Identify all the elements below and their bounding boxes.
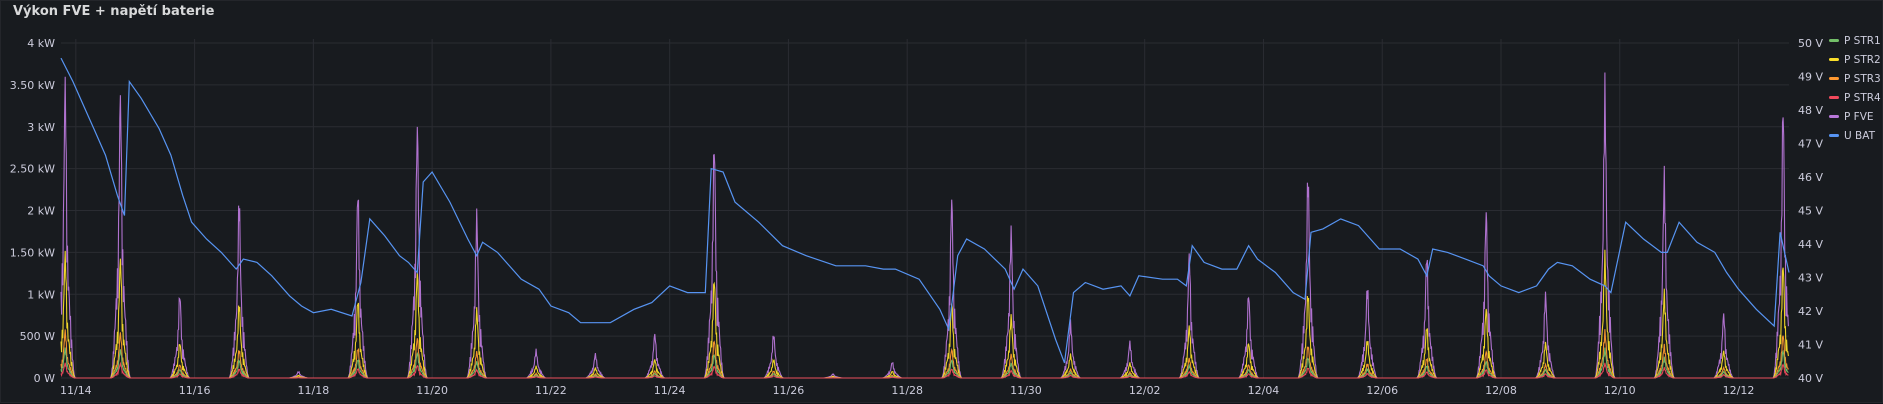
chart-svg[interactable]: 0 W 500 W 1 kW 1.50 kW 2 kW 2.50 kW 3 kW 3.50 k…	[1, 1, 1883, 404]
chart-panel: Výkon FVE + napětí baterie 0 W 500 W1 kW 1…	[0, 0, 1883, 403]
x-tick-label: 11/26	[773, 384, 805, 397]
y-left-tick-label: 500 W	[20, 330, 55, 343]
legend-item[interactable]: P FVE	[1829, 107, 1883, 126]
y-right-tick-label: 45 V	[1798, 205, 1823, 218]
legend-item[interactable]: P STR4	[1829, 88, 1883, 107]
x-tick-label: 12/08	[1485, 384, 1517, 397]
legend-swatch	[1829, 115, 1839, 118]
x-tick-label: 11/30	[1010, 384, 1042, 397]
y-right-tick-label: 49 V	[1798, 71, 1823, 84]
y-left-tick-label: 2.50 kW	[10, 163, 55, 176]
y-left-tick-label: 3.50 kW	[10, 79, 55, 92]
y-right-tick-label: 47 V	[1798, 138, 1823, 151]
x-tick-label: 12/02	[1129, 384, 1161, 397]
legend: P STR1 P STR2 P STR3 P STR4 P FVE U BAT	[1829, 31, 1883, 145]
x-tick-label: 11/28	[891, 384, 923, 397]
legend-label: P STR1	[1844, 34, 1881, 47]
y-right-tick-label: 40 V	[1798, 372, 1823, 385]
legend-label: P FVE	[1844, 110, 1874, 123]
x-tick-label: 12/04	[1248, 384, 1280, 397]
y-right-tick-label: 41 V	[1798, 339, 1823, 352]
y-left-tick-label: 4 kW	[27, 37, 55, 50]
x-tick-label: 12/12	[1723, 384, 1755, 397]
x-tick-label: 11/18	[298, 384, 330, 397]
legend-swatch	[1829, 39, 1839, 42]
y-left-tick-label: 0 W	[34, 372, 55, 385]
series-line-p-str2	[60, 249, 1789, 379]
legend-item[interactable]: P STR1	[1829, 31, 1883, 50]
x-tick-label: 11/16	[179, 384, 211, 397]
legend-item[interactable]: U BAT	[1829, 126, 1883, 145]
y-right-tick-label: 48 V	[1798, 104, 1823, 117]
y-right-tick-label: 46 V	[1798, 171, 1823, 184]
x-tick-label: 11/20	[416, 384, 448, 397]
legend-label: P STR3	[1844, 72, 1881, 85]
legend-label: U BAT	[1844, 129, 1876, 142]
y-right-tick-label: 44 V	[1798, 238, 1823, 251]
y-right-tick-label: 50 V	[1798, 37, 1823, 50]
legend-swatch	[1829, 134, 1839, 137]
y-left-tick-label: 2 kW	[27, 205, 55, 218]
y-left-tick-label: 3 kW	[27, 121, 55, 134]
series-line-p-str1	[60, 347, 1789, 379]
y-left-tick-label: 1 kW	[27, 288, 55, 301]
x-tick-label: 12/10	[1604, 384, 1636, 397]
x-tick-label: 11/22	[535, 384, 567, 397]
legend-swatch	[1829, 96, 1839, 99]
y-right-tick-label: 43 V	[1798, 272, 1823, 285]
legend-item[interactable]: P STR3	[1829, 69, 1883, 88]
x-tick-label: 11/14	[60, 384, 92, 397]
y-right-tick-label: 42 V	[1798, 305, 1823, 318]
x-tick-label: 12/06	[1366, 384, 1398, 397]
y-left-tick-label: 1.50 kW	[10, 246, 55, 259]
legend-swatch	[1829, 77, 1839, 80]
legend-swatch	[1829, 58, 1839, 61]
grid	[61, 39, 1789, 379]
series-line-p-str4	[60, 361, 1789, 379]
legend-label: P STR2	[1844, 53, 1881, 66]
legend-item[interactable]: P STR2	[1829, 50, 1883, 69]
series-line-p-fve	[60, 72, 1789, 379]
x-tick-label: 11/24	[654, 384, 686, 397]
legend-label: P STR4	[1844, 91, 1881, 104]
